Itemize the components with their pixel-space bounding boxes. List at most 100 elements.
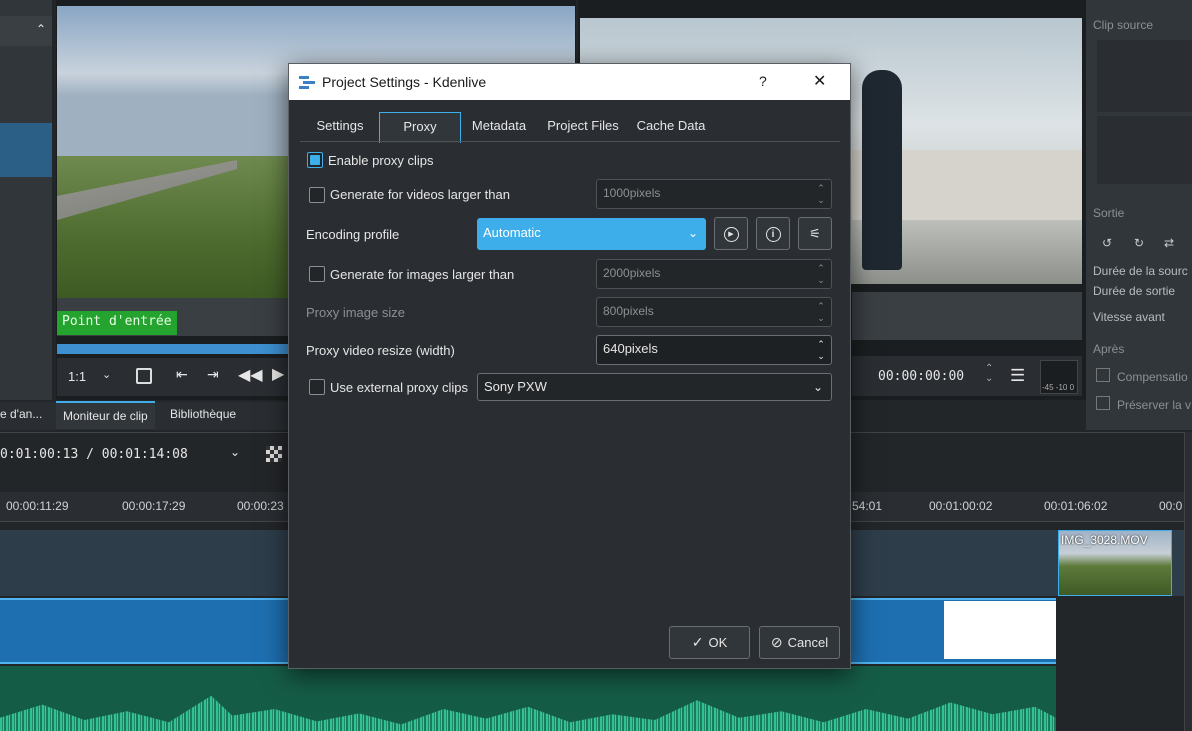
after-label: Après	[1093, 342, 1125, 356]
clip-white-segment	[944, 601, 1056, 659]
chevron-down-icon: ⌄	[812, 380, 823, 394]
ruler-tick: 00:01:00:02	[929, 499, 993, 513]
spin-up-icon[interactable]: ⌃	[815, 182, 827, 194]
timeline-position[interactable]: 0:01:00:13 / 00:01:14:08	[0, 447, 188, 462]
tab-pane	[300, 141, 840, 142]
sortie-label: Sortie	[1093, 206, 1125, 220]
use-external-label: Use external proxy clips	[330, 380, 468, 395]
zoom-combo[interactable]: 1:1 ⌄	[62, 366, 118, 388]
encoding-info-button[interactable]: i	[756, 217, 790, 250]
check-icon: ✓	[691, 634, 704, 650]
generate-videos-checkbox[interactable]	[309, 187, 325, 203]
clip-monitor-ruler[interactable]	[57, 344, 290, 354]
in-point-overlay: Point d'entrée	[57, 311, 177, 335]
tab-settings[interactable]: Settings	[305, 112, 375, 141]
flip-icon[interactable]: ⇄	[1164, 236, 1174, 250]
project-settings-dialog: Project Settings - Kdenlive ? ✕ Settings…	[288, 63, 851, 669]
images-size-spinbox[interactable]: 2000pixels ⌃ ⌄	[596, 259, 832, 289]
output-duration-label: Durée de sortie	[1093, 284, 1176, 298]
left-dock-selected-item[interactable]	[0, 123, 52, 177]
tab-metadata[interactable]: Metadata	[463, 112, 535, 141]
project-timecode[interactable]: 00:00:00:00	[878, 369, 964, 384]
zoom-value: 1:1	[68, 369, 87, 384]
images-size-value: 2000pixels	[603, 266, 661, 280]
menu-icon[interactable]: ☰	[1010, 366, 1025, 386]
external-proxy-combo[interactable]: Sony PXW ⌄	[477, 373, 832, 401]
source-duration-label: Durée de la sourc	[1093, 264, 1188, 278]
audio-track[interactable]	[0, 666, 1056, 731]
clip-source-preview-2	[1097, 116, 1192, 184]
ok-label: OK	[708, 635, 728, 650]
split-view-icon[interactable]	[266, 446, 282, 462]
clip-source-label: Clip source	[1093, 18, 1154, 32]
tab-proxy[interactable]: Proxy	[379, 112, 461, 143]
timeline-scrollbar[interactable]	[1184, 432, 1192, 731]
proxy-image-size-value: 800pixels	[603, 304, 654, 318]
set-out-icon[interactable]: ⇥	[207, 366, 219, 383]
close-button[interactable]: ✕	[813, 71, 826, 91]
project-monitor-person	[862, 70, 902, 270]
cancel-icon: ⊘	[770, 634, 783, 650]
videos-size-value: 1000pixels	[603, 186, 661, 200]
dialog-title: Project Settings - Kdenlive	[322, 74, 487, 90]
cancel-button[interactable]: ⊘ Cancel	[759, 626, 840, 659]
rotate-left-icon[interactable]: ↺	[1102, 236, 1112, 250]
proxy-image-size-spinbox[interactable]: 800pixels ⌃ ⌄	[596, 297, 832, 327]
sliders-icon: ⚟	[809, 226, 821, 241]
encoding-settings-button[interactable]: ⚟	[798, 217, 832, 250]
preserve-checkbox[interactable]	[1096, 396, 1110, 410]
set-in-icon[interactable]: ⇤	[176, 366, 188, 383]
audio-meter-label: -45 -10 0	[1042, 383, 1075, 392]
spin-up-icon[interactable]: ⌃	[815, 338, 827, 350]
tab-cache-data[interactable]: Cache Data	[631, 112, 711, 141]
track-divider	[1058, 598, 1186, 664]
ruler-tick: 00:0	[1159, 499, 1183, 513]
chevron-down-icon[interactable]: ⌄	[230, 445, 240, 459]
spin-up-icon[interactable]: ⌃	[815, 300, 827, 312]
rotate-icon[interactable]: ↻	[1134, 236, 1144, 250]
spin-down-icon[interactable]: ⌄	[815, 312, 827, 324]
dialog-tabs: Settings Proxy Metadata Project Files Ca…	[300, 112, 840, 143]
left-dock	[0, 0, 52, 400]
rewind-icon[interactable]: ◀◀	[238, 365, 263, 385]
spin-down-icon[interactable]: ⌄	[815, 274, 827, 286]
tab-project-notes[interactable]: e d'an...	[0, 401, 49, 427]
spin-down-icon[interactable]: ⌄	[815, 194, 827, 206]
ruler-tick: 54:01	[852, 499, 883, 513]
timecode-stepper-icon[interactable]: ⌃ ⌄	[985, 364, 993, 384]
encoding-preview-button[interactable]: ▶	[714, 217, 748, 250]
ok-button[interactable]: ✓ OK	[669, 626, 750, 659]
info-icon: i	[765, 226, 781, 242]
use-external-checkbox[interactable]	[309, 379, 325, 395]
generate-images-label: Generate for images larger than	[330, 267, 515, 282]
spin-up-icon[interactable]: ⌃	[815, 262, 827, 274]
audio-meter: -45 -10 0	[1040, 360, 1078, 394]
encoding-profile-value: Automatic	[483, 225, 541, 240]
tab-clip-monitor[interactable]: Moniteur de clip	[56, 401, 155, 429]
videos-size-spinbox[interactable]: 1000pixels ⌃ ⌄	[596, 179, 832, 209]
enable-proxy-checkbox[interactable]	[307, 152, 323, 168]
play-icon[interactable]: ▶	[272, 364, 284, 384]
cancel-label: Cancel	[787, 635, 829, 650]
tab-library[interactable]: Bibliothèque	[163, 401, 243, 427]
tab-project-files[interactable]: Project Files	[539, 112, 627, 141]
dialog-titlebar[interactable]: Project Settings - Kdenlive ? ✕	[289, 64, 850, 100]
play-circle-icon: ▶	[723, 226, 739, 242]
proxy-video-resize-spinbox[interactable]: 640pixels ⌃ ⌄	[596, 335, 832, 365]
fit-icon[interactable]	[136, 368, 152, 384]
help-button[interactable]: ?	[759, 73, 767, 89]
proxy-image-size-label: Proxy image size	[306, 305, 405, 320]
encoding-profile-combo[interactable]: Automatic ⌄	[477, 218, 706, 250]
left-dock-header: ⌃	[0, 16, 52, 46]
external-proxy-value: Sony PXW	[484, 379, 547, 394]
collapse-icon[interactable]: ⌃	[36, 22, 46, 36]
forward-speed-label: Vitesse avant	[1093, 310, 1165, 324]
ruler-tick: 00:00:17:29	[122, 499, 186, 513]
preserve-label: Préserver la v	[1117, 398, 1192, 412]
video-clip-thumbnail[interactable]: IMG_3028.MOV	[1058, 530, 1172, 596]
generate-images-checkbox[interactable]	[309, 266, 325, 282]
compensation-checkbox[interactable]	[1096, 368, 1110, 382]
enable-proxy-label: Enable proxy clips	[328, 153, 434, 168]
generate-videos-label: Generate for videos larger than	[330, 187, 510, 202]
spin-down-icon[interactable]: ⌄	[815, 350, 827, 362]
